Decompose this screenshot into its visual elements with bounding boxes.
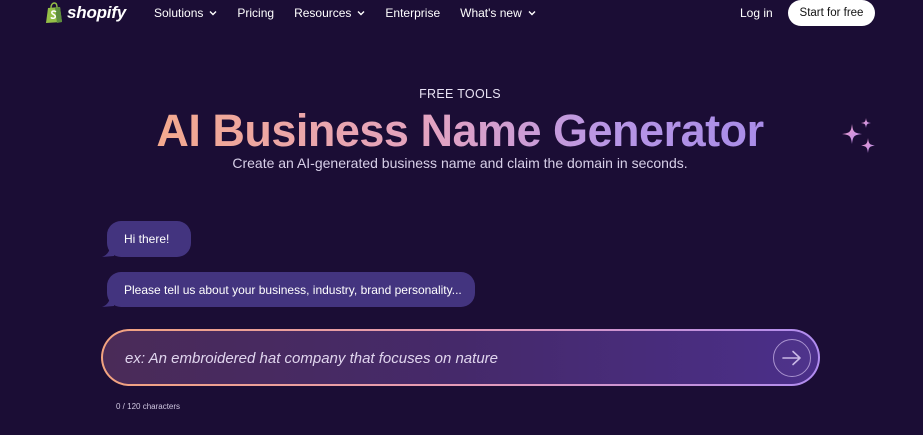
nav-item-enterprise[interactable]: Enterprise	[385, 6, 440, 20]
nav-item-label: Enterprise	[385, 6, 441, 20]
business-description-input[interactable]	[123, 331, 747, 386]
page-title-text: AI Business Name Generator	[156, 105, 764, 156]
nav-item-pricing[interactable]: Pricing	[237, 6, 274, 20]
logo-wordmark: shopify	[67, 3, 127, 22]
nav-item-label: Resources	[294, 6, 352, 20]
nav-item-solutions[interactable]: Solutions	[154, 6, 217, 20]
primary-nav: Solutions Pricing Resources Enterprise W…	[154, 6, 556, 20]
eyebrow-label: FREE TOOLS	[419, 87, 501, 101]
nav-item-label: Solutions	[154, 6, 204, 20]
nav-item-label: What's new	[460, 6, 522, 20]
business-description-field	[101, 329, 820, 386]
start-for-free-button[interactable]: Start for free	[788, 0, 875, 26]
chat-bubble-prompt: Please tell us about your business, indu…	[107, 272, 475, 307]
chat-bubble-greeting: Hi there!	[107, 221, 191, 257]
shopify-logo[interactable]: shopify	[45, 0, 126, 26]
character-counter: 0 / 120 characters	[116, 402, 181, 411]
arrow-right-icon	[782, 350, 801, 366]
sparkle-icon	[842, 118, 875, 153]
chevron-down-icon	[209, 11, 217, 16]
login-link[interactable]: Log in	[740, 6, 773, 20]
top-nav: shopify Solutions Pricing Resources Ente…	[0, 0, 923, 28]
chevron-down-icon	[528, 11, 536, 16]
input-container	[103, 331, 818, 386]
nav-item-resources[interactable]: Resources	[294, 6, 365, 20]
chevron-down-icon	[357, 11, 365, 16]
page: shopify Solutions Pricing Resources Ente…	[0, 0, 923, 435]
nav-item-whats-new[interactable]: What's new	[460, 6, 536, 20]
nav-item-label: Pricing	[237, 6, 275, 20]
page-subtitle: Create an AI-generated business name and…	[232, 155, 688, 171]
page-title: AI Business Name Generator	[0, 104, 920, 158]
submit-button[interactable]	[773, 339, 811, 377]
shopify-bag-icon	[46, 2, 62, 23]
